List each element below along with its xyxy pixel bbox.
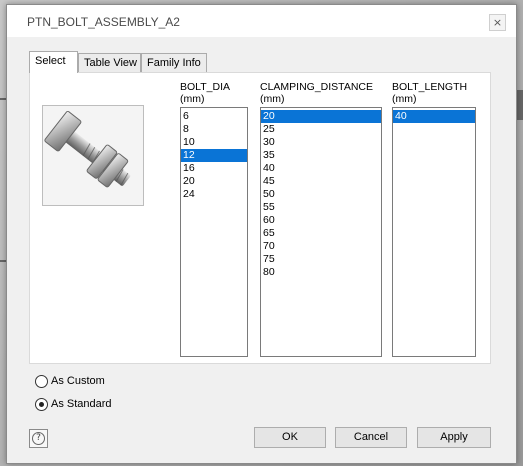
help-icon: ? bbox=[32, 432, 45, 445]
clamping-distance-unit-label: (mm) bbox=[260, 93, 285, 105]
select-tab-panel: BOLT_DIA (mm) 6 8 10 12 16 20 24 CLAMPIN… bbox=[29, 72, 491, 364]
clamping-distance-header: CLAMPING_DISTANCE (mm) bbox=[260, 81, 373, 105]
close-button[interactable]: × bbox=[489, 14, 506, 31]
bolt-dia-listbox[interactable]: 6 8 10 12 16 20 24 bbox=[180, 107, 248, 357]
close-icon: × bbox=[492, 16, 503, 29]
title-bar[interactable]: PTN_BOLT_ASSEMBLY_A2 × bbox=[7, 5, 516, 37]
bolt-preview-graphic bbox=[44, 110, 131, 188]
list-item[interactable]: 20 bbox=[181, 175, 247, 188]
list-item[interactable]: 75 bbox=[261, 253, 381, 266]
bolt-dia-unit-label: (mm) bbox=[180, 93, 205, 105]
list-item[interactable]: 55 bbox=[261, 201, 381, 214]
tab-family-info-label: Family Info bbox=[147, 57, 201, 69]
tab-table-view-label: Table View bbox=[84, 57, 137, 69]
bolt-length-unit-label: (mm) bbox=[392, 93, 417, 105]
ok-button[interactable]: OK bbox=[254, 427, 326, 448]
list-item[interactable]: 35 bbox=[261, 149, 381, 162]
clamping-distance-listbox[interactable]: 20 25 30 35 40 45 50 55 60 65 70 75 80 bbox=[260, 107, 382, 357]
bolt-dia-header: BOLT_DIA (mm) bbox=[180, 81, 230, 105]
bolt-length-listbox[interactable]: 40 bbox=[392, 107, 476, 357]
tab-table-view[interactable]: Table View bbox=[78, 53, 141, 72]
radio-checked-dot bbox=[39, 402, 44, 407]
tab-family-info[interactable]: Family Info bbox=[141, 53, 207, 72]
list-item[interactable]: 24 bbox=[181, 188, 247, 201]
list-item[interactable]: 10 bbox=[181, 136, 247, 149]
list-item-selected[interactable]: 12 bbox=[181, 149, 247, 162]
list-item[interactable]: 16 bbox=[181, 162, 247, 175]
list-item[interactable]: 50 bbox=[261, 188, 381, 201]
window-title: PTN_BOLT_ASSEMBLY_A2 bbox=[27, 15, 180, 29]
tab-select-label: Select bbox=[35, 55, 66, 67]
apply-button[interactable]: Apply bbox=[417, 427, 491, 448]
list-item-selected[interactable]: 20 bbox=[261, 110, 381, 123]
background-edge bbox=[517, 90, 523, 120]
list-item[interactable]: 70 bbox=[261, 240, 381, 253]
clamping-distance-header-label: CLAMPING_DISTANCE bbox=[260, 81, 373, 93]
bolt-dia-header-label: BOLT_DIA bbox=[180, 81, 230, 93]
list-item[interactable]: 80 bbox=[261, 266, 381, 279]
list-item[interactable]: 45 bbox=[261, 175, 381, 188]
list-item[interactable]: 6 bbox=[181, 110, 247, 123]
cancel-button[interactable]: Cancel bbox=[335, 427, 407, 448]
list-item[interactable]: 30 bbox=[261, 136, 381, 149]
list-item[interactable]: 8 bbox=[181, 123, 247, 136]
as-custom-label: As Custom bbox=[51, 375, 105, 387]
as-standard-label: As Standard bbox=[51, 398, 112, 410]
list-item[interactable]: 65 bbox=[261, 227, 381, 240]
tab-select[interactable]: Select bbox=[29, 51, 78, 73]
as-standard-radio[interactable] bbox=[35, 398, 48, 411]
bolt-length-header-label: BOLT_LENGTH bbox=[392, 81, 468, 93]
bolt-nut-image bbox=[42, 105, 144, 206]
list-item[interactable]: 40 bbox=[261, 162, 381, 175]
list-item[interactable]: 60 bbox=[261, 214, 381, 227]
as-custom-radio[interactable] bbox=[35, 375, 48, 388]
bolt-length-header: BOLT_LENGTH (mm) bbox=[392, 81, 467, 105]
help-button[interactable]: ? bbox=[29, 429, 48, 448]
list-item[interactable]: 25 bbox=[261, 123, 381, 136]
list-item-selected[interactable]: 40 bbox=[393, 110, 475, 123]
part-family-dialog: PTN_BOLT_ASSEMBLY_A2 × Select Table View… bbox=[6, 4, 517, 464]
